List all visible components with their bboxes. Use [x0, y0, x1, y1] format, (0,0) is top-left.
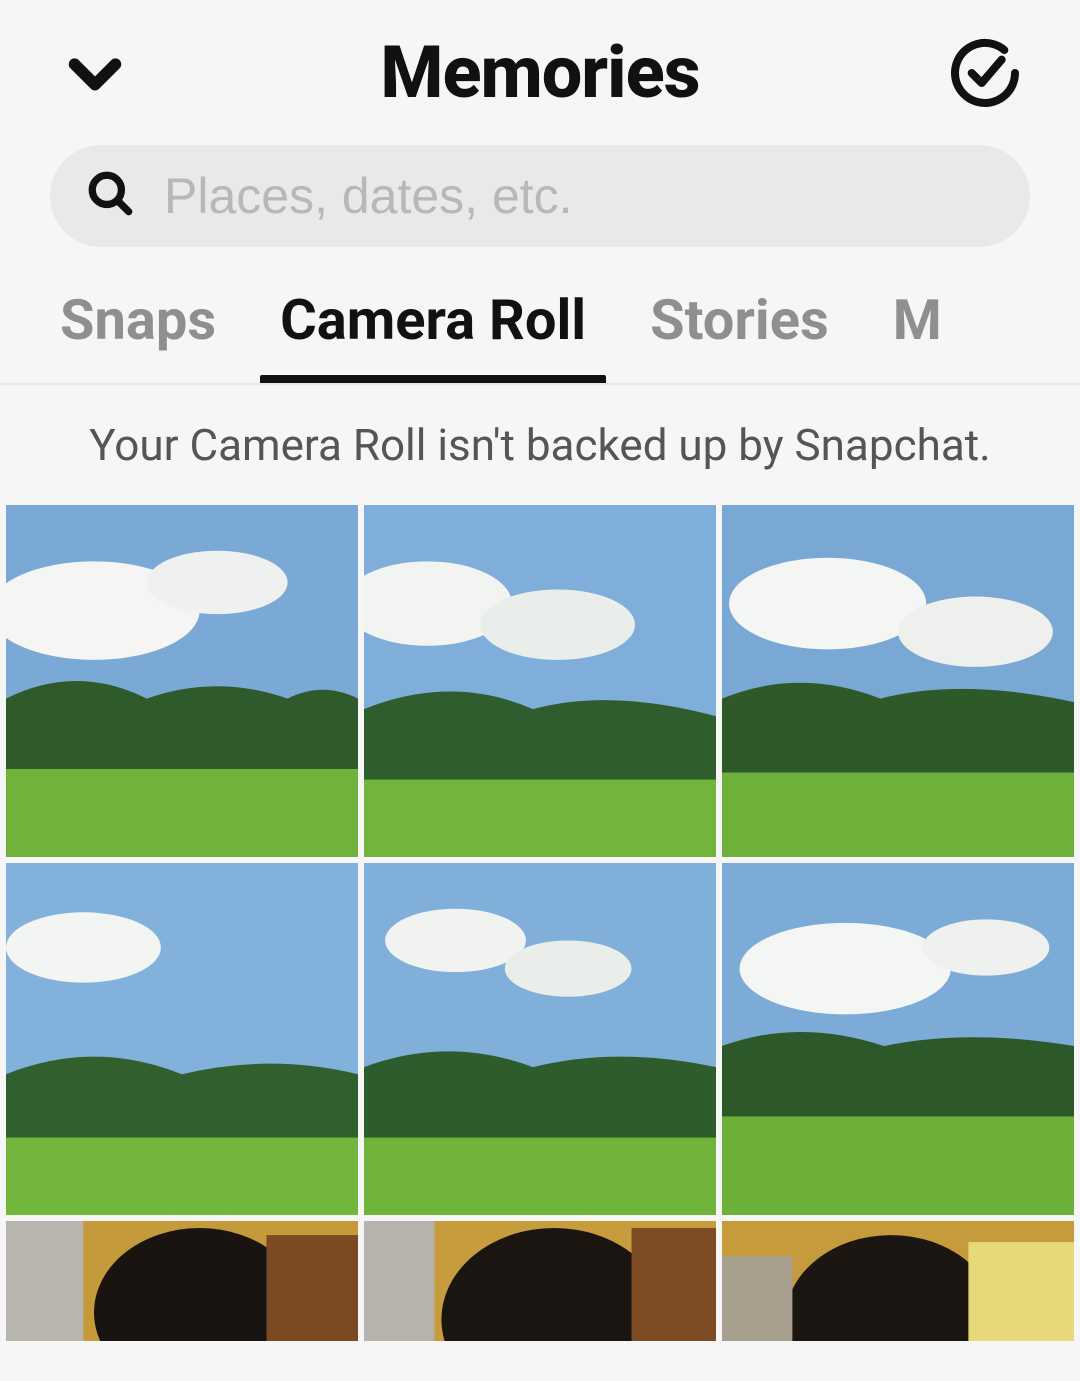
tab-snaps[interactable]: Snaps — [60, 287, 216, 383]
chevron-down-icon[interactable] — [50, 38, 140, 108]
photo-thumbnail[interactable] — [722, 1221, 1074, 1341]
backup-notice: Your Camera Roll isn't backed up by Snap… — [0, 385, 1080, 505]
photo-thumbnail[interactable] — [6, 1221, 358, 1341]
search-input[interactable] — [164, 167, 994, 225]
photo-thumbnail[interactable] — [364, 1221, 716, 1341]
page-title: Memories — [140, 30, 940, 115]
search-icon — [86, 169, 136, 223]
tabs: Snaps Camera Roll Stories M — [0, 267, 1080, 385]
tab-camera-roll[interactable]: Camera Roll — [280, 287, 586, 383]
photo-thumbnail[interactable] — [722, 863, 1074, 1215]
tab-stories[interactable]: Stories — [650, 287, 829, 383]
photo-thumbnail[interactable] — [364, 863, 716, 1215]
header: Memories — [0, 0, 1080, 135]
photo-thumbnail[interactable] — [722, 505, 1074, 857]
search-container — [0, 135, 1080, 267]
photo-grid — [0, 505, 1080, 1341]
search-bar[interactable] — [50, 145, 1030, 247]
tab-more-partial[interactable]: M — [893, 287, 942, 383]
photo-thumbnail[interactable] — [6, 505, 358, 857]
photo-thumbnail[interactable] — [6, 863, 358, 1215]
checkmark-circle-icon[interactable] — [940, 33, 1030, 113]
photo-thumbnail[interactable] — [364, 505, 716, 857]
